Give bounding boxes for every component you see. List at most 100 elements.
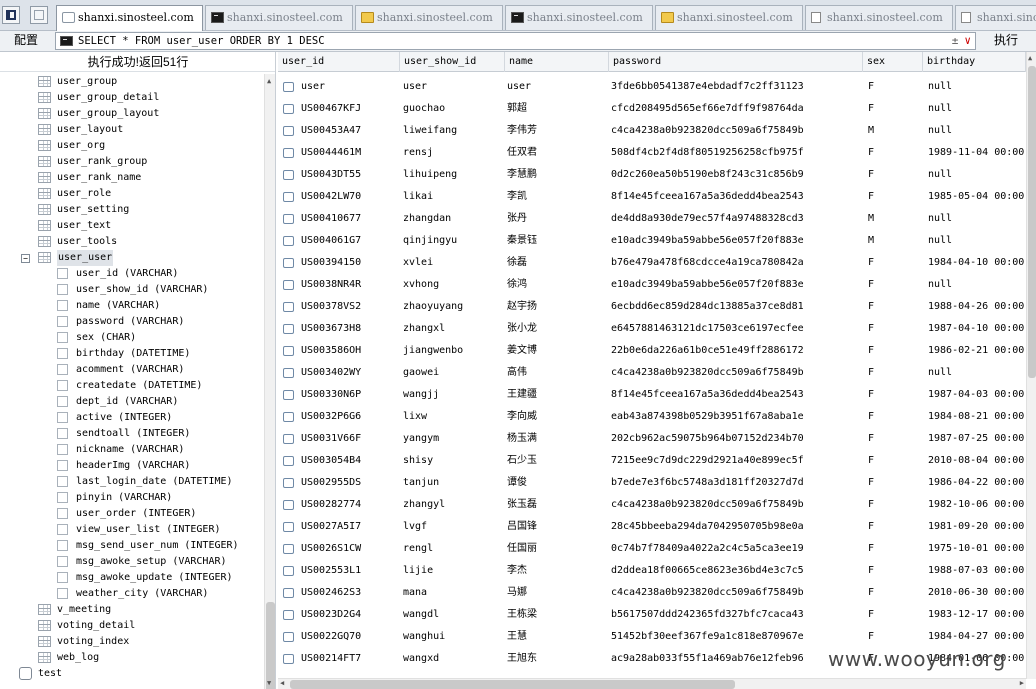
table-row[interactable]: US0023D2G4 wangdl 王栋梁 b5617507ddd242365fd32… xyxy=(278,604,1026,626)
table-row[interactable]: US0022GQ70 wanghui 王慧 51452bf30eef367fe9a1c… xyxy=(278,626,1026,648)
cell-birthday[interactable]: 2010-06-30 00:00 xyxy=(928,582,1026,604)
cell-user-id[interactable]: US0022GQ70 xyxy=(301,626,400,648)
cell-birthday[interactable]: 1989-11-04 00:00 xyxy=(928,142,1026,164)
cell-sex[interactable]: F xyxy=(868,274,924,296)
scroll-down-icon[interactable]: ▼ xyxy=(267,679,271,687)
cell-name[interactable]: 张玉磊 xyxy=(507,494,607,516)
tree-column-item[interactable]: createdate (DATETIME) xyxy=(0,378,262,394)
cell-name[interactable]: 张丹 xyxy=(507,208,607,230)
cell-birthday[interactable]: 1987-04-03 00:00 xyxy=(928,384,1026,406)
cell-user-id[interactable]: US002462S3 xyxy=(301,582,400,604)
cell-sex[interactable]: F xyxy=(868,472,924,494)
tree-table-item[interactable]: user_text xyxy=(0,218,262,234)
cell-user-show-id[interactable]: liweifang xyxy=(403,120,504,142)
tree-table-item[interactable]: user_role xyxy=(0,186,262,202)
cell-password[interactable]: 0d2c260ea50b5190eb8f243c31c856b9 xyxy=(611,164,861,186)
cell-user-id[interactable]: US003673H8 xyxy=(301,318,400,340)
cell-name[interactable]: 姜文博 xyxy=(507,340,607,362)
cell-sex[interactable]: F xyxy=(868,318,924,340)
cell-user-id[interactable]: US0042LW70 xyxy=(301,186,400,208)
cell-sex[interactable]: M xyxy=(868,230,924,252)
cell-user-show-id[interactable]: lihuipeng xyxy=(403,164,504,186)
cell-user-show-id[interactable]: lijie xyxy=(403,560,504,582)
tab-1[interactable]: shanxi.sinosteel.com xyxy=(56,5,203,31)
column-header-birthday[interactable]: birthday xyxy=(923,52,1026,72)
cell-password[interactable]: b76e479a478f68cdcce4a19ca780842a xyxy=(611,252,861,274)
column-header-sex[interactable]: sex xyxy=(863,52,923,72)
cell-name[interactable]: 李慧鹏 xyxy=(507,164,607,186)
cell-sex[interactable]: M xyxy=(868,208,924,230)
cell-user-show-id[interactable]: xvhong xyxy=(403,274,504,296)
cell-password[interactable]: d2ddea18f00665ce8623e36bd4e3c7c5 xyxy=(611,560,861,582)
cell-birthday[interactable]: null xyxy=(928,98,1026,120)
cell-name[interactable]: 任双君 xyxy=(507,142,607,164)
tree-table-item[interactable]: user_group_detail xyxy=(0,90,262,106)
tree-column-item[interactable]: weather_city (VARCHAR) xyxy=(0,586,262,602)
cell-name[interactable]: 徐磊 xyxy=(507,252,607,274)
cell-password[interactable]: eab43a874398b0529b3951f67a8aba1e xyxy=(611,406,861,428)
cell-user-id[interactable]: US0031V66F xyxy=(301,428,400,450)
tree-column-item[interactable]: view_user_list (INTEGER) xyxy=(0,522,262,538)
cell-password[interactable]: 3fde6bb0541387e4ebdadf7c2ff31123 xyxy=(611,76,861,98)
cell-password[interactable]: 51452bf30eef367fe9a1c818e870967e xyxy=(611,626,861,648)
cell-sex[interactable]: F xyxy=(868,362,924,384)
tree-table-item[interactable]: v_meeting xyxy=(0,602,262,618)
table-row[interactable]: US00282774 zhangyl 张玉磊 c4ca4238a0b923820dcc… xyxy=(278,494,1026,516)
cell-name[interactable]: 王建疆 xyxy=(507,384,607,406)
tree-column-item[interactable]: pinyin (VARCHAR) xyxy=(0,490,262,506)
cell-user-show-id[interactable]: rensj xyxy=(403,142,504,164)
cell-user-show-id[interactable]: zhangyl xyxy=(403,494,504,516)
cell-user-id[interactable]: US00467KFJ xyxy=(301,98,400,120)
scroll-up-icon[interactable]: ▲ xyxy=(1028,54,1032,62)
cell-password[interactable]: 7215ee9c7d9dc229d2921a40e899ec5f xyxy=(611,450,861,472)
cell-birthday[interactable]: null xyxy=(928,164,1026,186)
cell-user-id[interactable]: US0023D2G4 xyxy=(301,604,400,626)
tree-table-item[interactable]: user_rank_name xyxy=(0,170,262,186)
cell-user-show-id[interactable]: gaowei xyxy=(403,362,504,384)
tree-column-item[interactable]: user_order (INTEGER) xyxy=(0,506,262,522)
table-row[interactable]: US00378VS2 zhaoyuyang 赵宇扬 6ecbdd6ec859d284d… xyxy=(278,296,1026,318)
cell-birthday[interactable]: 1981-09-20 00:00 xyxy=(928,516,1026,538)
cell-user-id[interactable]: US0032P6G6 xyxy=(301,406,400,428)
cell-password[interactable]: 8f14e45fceea167a5a36dedd4bea2543 xyxy=(611,384,861,406)
cell-password[interactable]: e6457881463121dc17503ce6197ecfee xyxy=(611,318,861,340)
table-row[interactable]: US003586OH jiangwenbo 姜文博 22b0e6da226a61b0c… xyxy=(278,340,1026,362)
cell-birthday[interactable]: 1985-05-04 00:00 xyxy=(928,186,1026,208)
table-row[interactable]: US00453A47 liweifang 李伟芳 c4ca4238a0b923820d… xyxy=(278,120,1026,142)
cell-user-show-id[interactable]: xvlei xyxy=(403,252,504,274)
cell-user-id[interactable]: US003402WY xyxy=(301,362,400,384)
cell-user-show-id[interactable]: shisy xyxy=(403,450,504,472)
cell-password[interactable]: e10adc3949ba59abbe56e057f20f883e xyxy=(611,230,861,252)
tree-column-item[interactable]: dept_id (VARCHAR) xyxy=(0,394,262,410)
scroll-left-icon[interactable]: ◀ xyxy=(280,679,284,687)
cell-birthday[interactable]: 1986-02-21 00:00 xyxy=(928,340,1026,362)
cell-name[interactable]: 谭俊 xyxy=(507,472,607,494)
cell-name[interactable]: 徐鸿 xyxy=(507,274,607,296)
tree-column-item[interactable]: nickname (VARCHAR) xyxy=(0,442,262,458)
cell-user-id[interactable]: US00453A47 xyxy=(301,120,400,142)
panel-toggle-button[interactable] xyxy=(2,6,20,24)
cell-user-show-id[interactable]: user xyxy=(403,76,504,98)
tree-scrollbar[interactable]: ▲ ▼ xyxy=(264,74,275,689)
cell-sex[interactable]: F xyxy=(868,494,924,516)
grid-hscrollbar[interactable]: ◀ ▶ xyxy=(278,678,1026,689)
cell-sex[interactable]: F xyxy=(868,604,924,626)
table-row[interactable]: US0032P6G6 lixw 李向威 eab43a874398b0529b3951f… xyxy=(278,406,1026,428)
table-row[interactable]: US00410677 zhangdan 张丹 de4dd8a930de79ec57f4… xyxy=(278,208,1026,230)
cell-password[interactable]: c4ca4238a0b923820dcc509a6f75849b xyxy=(611,582,861,604)
cell-sex[interactable]: F xyxy=(868,252,924,274)
cell-birthday[interactable]: null xyxy=(928,274,1026,296)
cell-birthday[interactable]: 1988-07-03 00:00 xyxy=(928,560,1026,582)
cell-name[interactable]: 杨玉满 xyxy=(507,428,607,450)
table-row[interactable]: US003054B4 shisy 石少玉 7215ee9c7d9dc229d2921a… xyxy=(278,450,1026,472)
cell-birthday[interactable]: 1988-04-26 00:00 xyxy=(928,296,1026,318)
tree-column-item[interactable]: user_show_id (VARCHAR) xyxy=(0,282,262,298)
cell-name[interactable]: 李伟芳 xyxy=(507,120,607,142)
cell-birthday[interactable]: null xyxy=(928,208,1026,230)
cell-name[interactable]: 秦景钰 xyxy=(507,230,607,252)
cell-user-id[interactable]: US00394150 xyxy=(301,252,400,274)
table-row[interactable]: US00467KFJ guochao 郭超 cfcd208495d565ef66e7d… xyxy=(278,98,1026,120)
table-row[interactable]: US0027A5I7 lvgf 吕国锋 28c45bbeeba294da7042950… xyxy=(278,516,1026,538)
cell-password[interactable]: 0c74b7f78409a4022a2c4c5a5ca3ee19 xyxy=(611,538,861,560)
cell-password[interactable]: 8f14e45fceea167a5a36dedd4bea2543 xyxy=(611,186,861,208)
